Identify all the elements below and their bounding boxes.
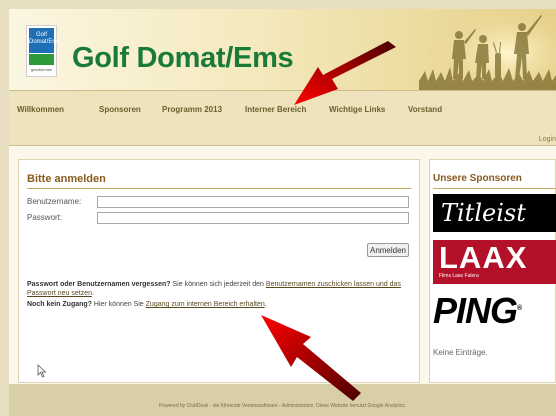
username-input[interactable]	[97, 196, 409, 208]
title-divider	[27, 188, 411, 189]
laax-wordmark: LAAX	[439, 240, 528, 275]
password-label: Passwort:	[27, 213, 63, 222]
request-access-link[interactable]: Zugang zum internen Bereich erhalten	[146, 301, 265, 308]
ping-wordmark: PING	[433, 290, 518, 331]
site-title: Golf Domat/Ems	[72, 42, 294, 74]
nav-item-interner-bereich[interactable]: Interner Bereich	[245, 105, 306, 114]
main-navigation: Willkommen Sponsoren Programm 2013 Inter…	[9, 90, 556, 146]
no-access-end: .	[264, 301, 267, 308]
sidebar-empty-text: Keine Einträge.	[433, 348, 488, 357]
ping-registered-mark: ®	[517, 305, 522, 312]
nav-item-vorstand[interactable]: Vorstand	[408, 105, 442, 114]
logo-mark: Golf Domat/Ems	[29, 28, 60, 53]
sponsor-laax-logo[interactable]: LAAX Flims Laax Falera	[433, 240, 556, 284]
sidebar-title: Unsere Sponsoren	[433, 173, 522, 184]
page-title: Bitte anmelden	[27, 173, 106, 185]
logo-text-line2: Domat/Ems	[29, 39, 61, 45]
nav-item-programm-2013[interactable]: Programm 2013	[162, 105, 222, 114]
login-panel: Bitte anmelden Benutzername: Passwort: A…	[18, 159, 420, 383]
login-link[interactable]: Login	[539, 136, 556, 143]
sidebar-divider	[433, 188, 556, 189]
sponsors-sidebar: Unsere Sponsoren Titleist LAAX Flims Laa…	[429, 159, 556, 383]
no-access-heading: Noch kein Zugang?	[27, 301, 92, 308]
password-input[interactable]	[97, 212, 409, 224]
mouse-cursor-icon	[37, 364, 47, 378]
username-label: Benutzername:	[27, 197, 82, 206]
club-logo[interactable]: Golf Domat/Ems graubünden	[26, 25, 60, 77]
nav-item-wichtige-links[interactable]: Wichtige Links	[329, 105, 385, 114]
logo-subtitle: graubünden	[30, 67, 53, 72]
logo-text-line1: Golf	[35, 32, 47, 38]
forgot-password-body: Sie können sich jederzeit den	[170, 281, 266, 288]
laax-tagline: Flims Laax Falera	[439, 273, 479, 279]
no-access-body: Hier können Sie	[91, 301, 146, 308]
footer-text: Powered by ClubDesk - die führende Verei…	[158, 403, 407, 409]
golfers-silhouette-image	[419, 9, 556, 90]
forgot-password-end: .	[91, 290, 94, 297]
site-footer: Powered by ClubDesk - die führende Verei…	[9, 384, 556, 416]
page: Golf Domat/Ems graubünden Golf Domat/Ems	[9, 9, 556, 416]
sponsor-titleist-logo[interactable]: Titleist	[433, 194, 556, 232]
forgot-password-heading: Passwort oder Benutzernamen vergessen?	[27, 281, 171, 288]
no-access-text: Noch kein Zugang? Hier können Sie Zugang…	[27, 300, 413, 309]
logo-green-bar	[29, 54, 54, 65]
site-header: Golf Domat/Ems graubünden Golf Domat/Ems	[9, 9, 556, 90]
nav-item-sponsoren[interactable]: Sponsoren	[99, 105, 141, 114]
login-button[interactable]: Anmelden	[367, 243, 409, 257]
sponsor-ping-logo[interactable]: PING®	[433, 290, 522, 331]
nav-item-willkommen[interactable]: Willkommen	[17, 105, 64, 114]
forgot-password-text: Passwort oder Benutzernamen vergessen? S…	[27, 280, 413, 298]
